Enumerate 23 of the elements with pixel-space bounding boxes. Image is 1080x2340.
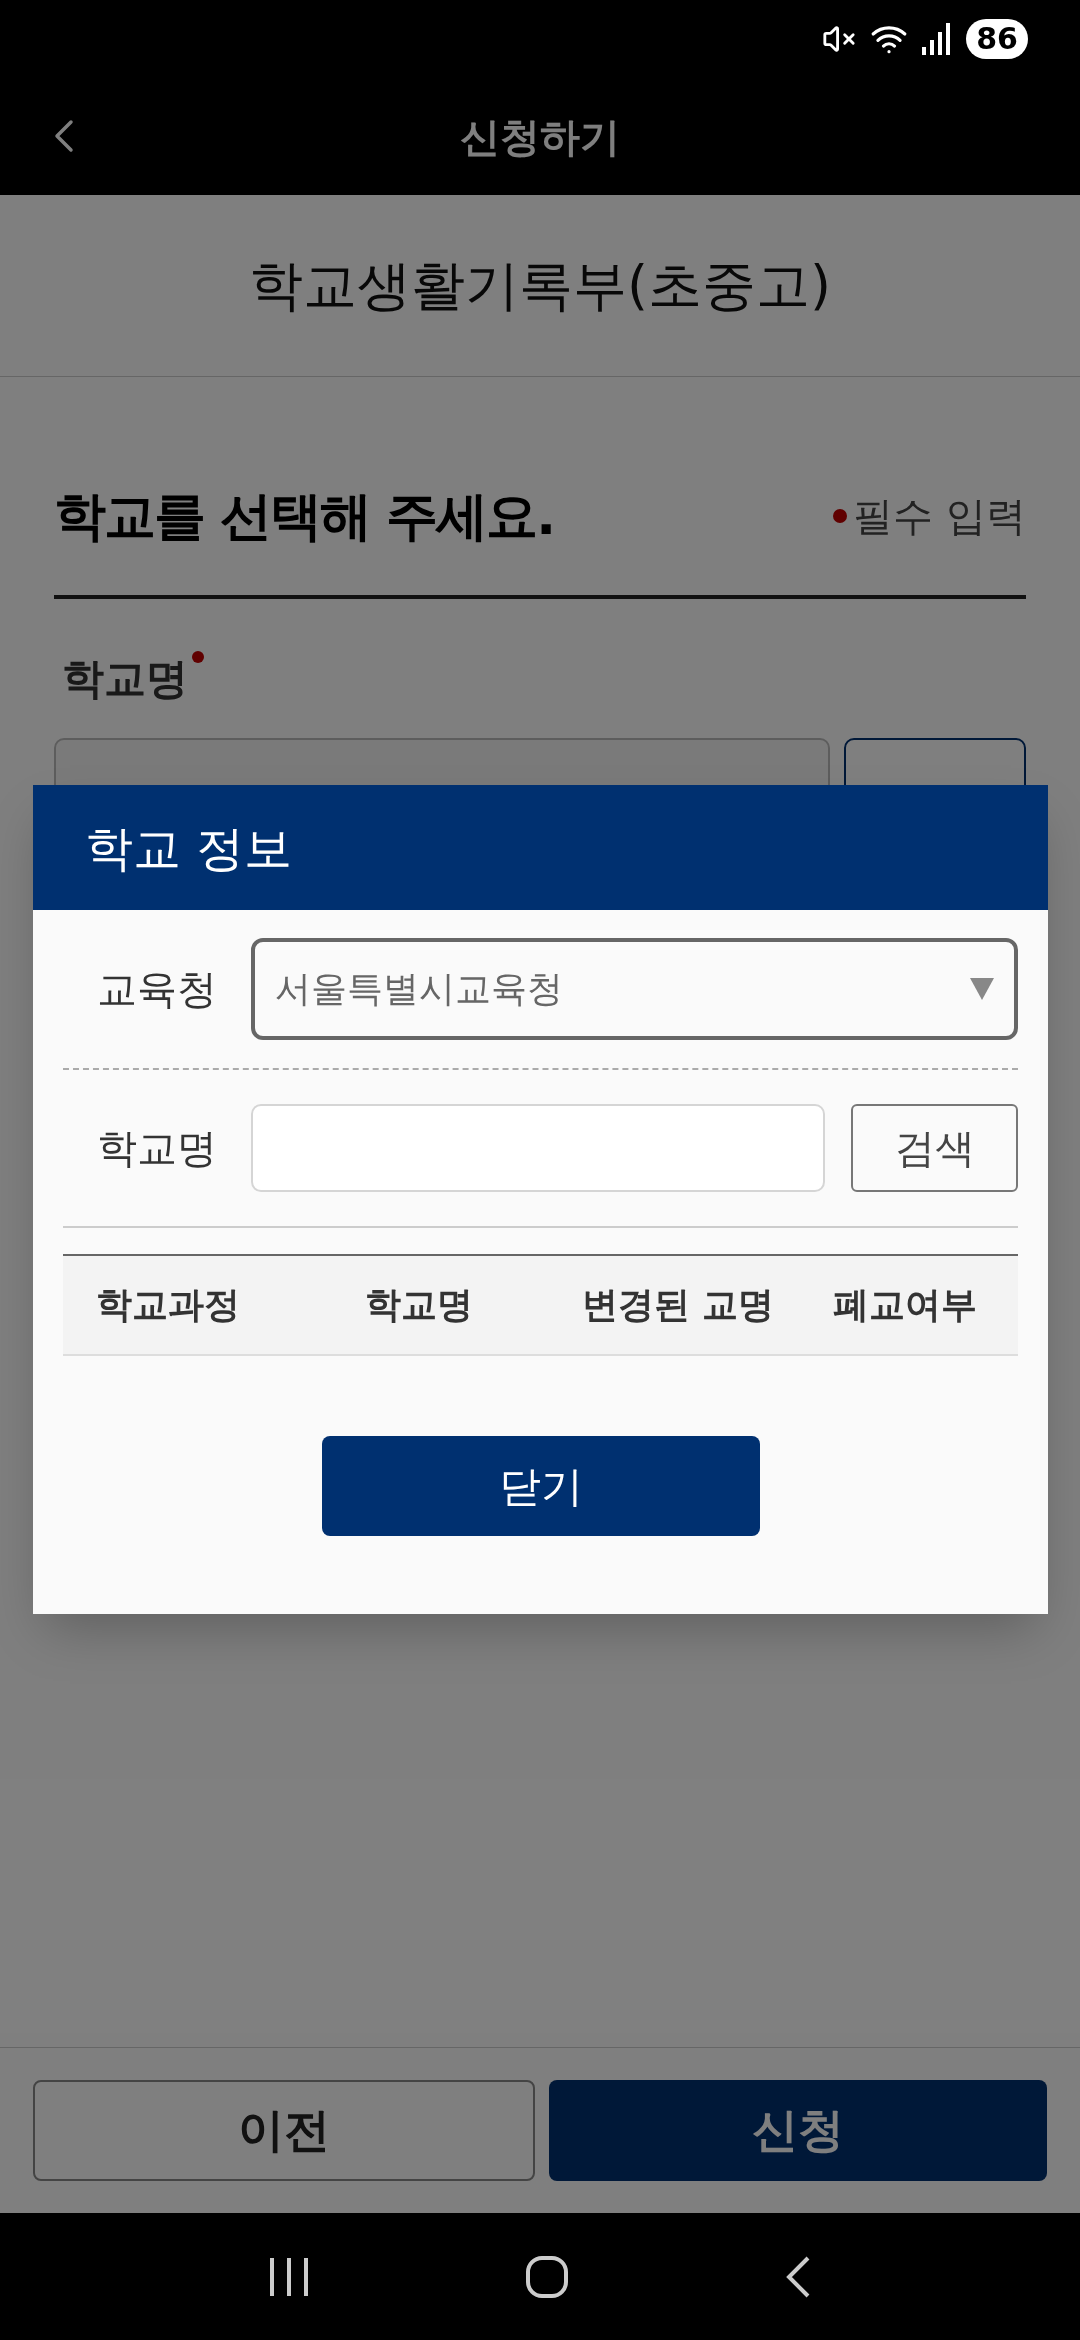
column-header: 폐교여부 bbox=[832, 1283, 977, 1327]
school-name-input[interactable] bbox=[251, 1104, 825, 1192]
dialog-title: 학교 정보 bbox=[85, 818, 293, 878]
office-label: 교육청 bbox=[96, 965, 218, 1014]
column-header: 변경된 교명 bbox=[581, 1283, 775, 1327]
field-label: 학교명 bbox=[62, 653, 188, 705]
required-note: 필수 입력 bbox=[853, 492, 1026, 541]
home-icon[interactable] bbox=[525, 2254, 569, 2299]
document-title: 학교생활기록부(초중고) bbox=[248, 253, 832, 319]
search-button[interactable]: 검색 bbox=[851, 1104, 1018, 1192]
battery-level: 86 bbox=[966, 19, 1028, 59]
section-heading: 학교를 선택해 주세요. bbox=[54, 485, 554, 548]
office-select[interactable]: 서울특별시교육청 bbox=[251, 938, 1018, 1040]
submit-button[interactable]: 신청 bbox=[549, 2080, 1047, 2181]
dropdown-arrow-icon bbox=[970, 978, 994, 1000]
close-button[interactable]: 닫기 bbox=[321, 1436, 760, 1536]
column-header: 학교과정 bbox=[96, 1283, 240, 1327]
recent-apps-icon[interactable] bbox=[267, 2257, 310, 2296]
previous-button[interactable]: 이전 bbox=[33, 2080, 535, 2181]
column-header: 학교명 bbox=[365, 1283, 473, 1327]
signal-icon bbox=[922, 23, 953, 55]
header-title: 신청하기 bbox=[460, 112, 620, 162]
school-name-label: 학교명 bbox=[96, 1124, 218, 1173]
